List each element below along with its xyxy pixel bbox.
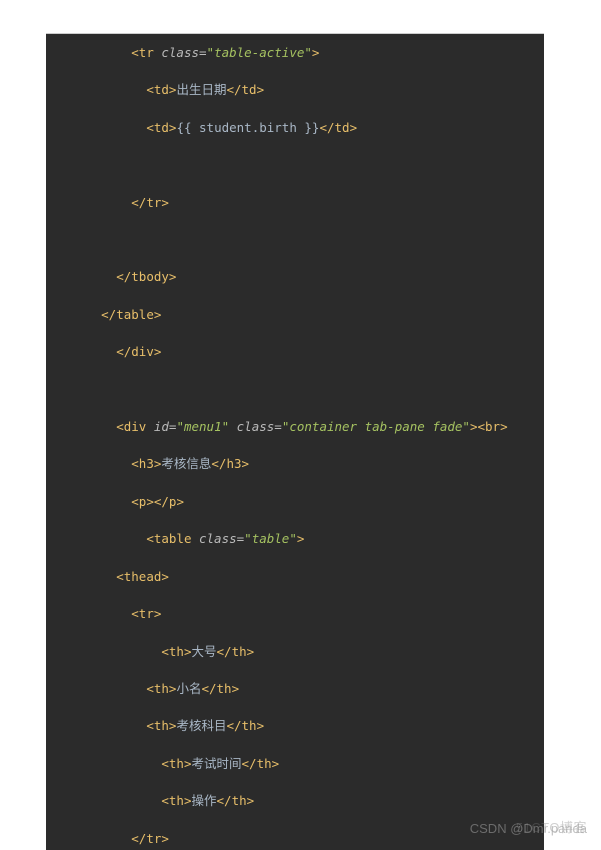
tag-thead: thead	[124, 569, 162, 584]
text-exam-info: 考核信息	[161, 456, 211, 471]
tag-close: >	[500, 419, 508, 434]
tag-table: table	[154, 531, 192, 546]
tag-close: >	[232, 681, 240, 696]
tag-open: <	[161, 644, 169, 659]
tag-td: td	[154, 82, 169, 97]
tag-open: </	[154, 494, 169, 509]
tag-th: th	[154, 681, 169, 696]
tag-close: >	[161, 569, 169, 584]
tag-th: th	[242, 718, 257, 733]
attr-class: class=	[191, 531, 244, 546]
tag-close: >	[272, 756, 280, 771]
text-student-birth: {{ student.birth }}	[176, 120, 319, 135]
text-th-4: 考试时间	[191, 756, 241, 771]
tag-th: th	[154, 718, 169, 733]
tag-close: >	[146, 494, 154, 509]
tag-open: <	[131, 494, 139, 509]
tag-tr: tr	[146, 831, 161, 846]
tag-open: </	[101, 307, 116, 322]
attr-val-table-active: "table-active"	[207, 45, 312, 60]
tag-th: th	[169, 793, 184, 808]
tag-open: <	[146, 82, 154, 97]
tag-close: >	[154, 606, 162, 621]
tag-th: th	[169, 756, 184, 771]
tag-tr: tr	[139, 45, 154, 60]
tag-close: >	[247, 793, 255, 808]
tag-th: th	[217, 681, 232, 696]
tag-open: <	[146, 718, 154, 733]
tag-open: </	[116, 344, 131, 359]
tag-open: </	[217, 644, 232, 659]
tag-open: </	[201, 681, 216, 696]
tag-open: </	[319, 120, 334, 135]
tag-br: br	[485, 419, 500, 434]
tag-open: </	[217, 793, 232, 808]
tag-tr: tr	[146, 195, 161, 210]
tag-open: <	[116, 419, 124, 434]
tag-close: >	[176, 494, 184, 509]
code-block: <tr class="table-active"> <td>出生日期</td> …	[46, 34, 544, 848]
attr-val-container: "container tab-pane fade"	[282, 419, 470, 434]
tag-open: <	[131, 456, 139, 471]
tag-open: </	[226, 718, 241, 733]
tag-open: </	[242, 756, 257, 771]
tag-h3: h3	[139, 456, 154, 471]
code-editor: <tr class="table-active"> <td>出生日期</td> …	[46, 0, 544, 850]
text-th-1: 大号	[191, 644, 216, 659]
tag-div: div	[124, 419, 147, 434]
tag-open: <	[131, 606, 139, 621]
tag-open: <	[146, 531, 154, 546]
tag-th: th	[232, 793, 247, 808]
tag-open: <	[146, 681, 154, 696]
tag-open: <	[146, 120, 154, 135]
text-th-5: 操作	[191, 793, 216, 808]
tag-close: >	[257, 718, 265, 733]
tag-close: >	[161, 831, 169, 846]
tag-close: >	[257, 82, 265, 97]
tag-th: th	[232, 644, 247, 659]
tag-close: >	[154, 307, 162, 322]
tag-open: <	[478, 419, 486, 434]
tag-close: >	[247, 644, 255, 659]
tag-tbody: tbody	[131, 269, 169, 284]
tag-close: >	[470, 419, 478, 434]
attr-val-menu1: "menu1"	[176, 419, 229, 434]
tag-table: table	[116, 307, 154, 322]
tag-open: </	[211, 456, 226, 471]
tag-open: </	[226, 82, 241, 97]
tag-td: td	[242, 82, 257, 97]
top-border-area	[46, 0, 544, 34]
tag-open: </	[131, 195, 146, 210]
attr-id: id=	[146, 419, 176, 434]
attr-class: class=	[229, 419, 282, 434]
tag-close: >	[350, 120, 358, 135]
tag-close: >	[312, 45, 320, 60]
tag-open: </	[116, 269, 131, 284]
attr-val-table: "table"	[244, 531, 297, 546]
tag-div: div	[131, 344, 154, 359]
tag-open: <	[131, 45, 139, 60]
tag-open: <	[116, 569, 124, 584]
tag-close: >	[297, 531, 305, 546]
tag-close: >	[242, 456, 250, 471]
text-th-2: 小名	[176, 681, 201, 696]
text-th-3: 考核科目	[176, 718, 226, 733]
tag-close: >	[154, 344, 162, 359]
tag-open: <	[161, 793, 169, 808]
tag-open: <	[161, 756, 169, 771]
watermark-csdn: CSDN @Dmr.panda	[470, 821, 587, 836]
attr-class: class=	[154, 45, 207, 60]
text-birth-label: 出生日期	[176, 82, 226, 97]
tag-tr: tr	[139, 606, 154, 621]
tag-h3: h3	[226, 456, 241, 471]
tag-open: </	[131, 831, 146, 846]
tag-th: th	[257, 756, 272, 771]
tag-th: th	[169, 644, 184, 659]
tag-close: >	[161, 195, 169, 210]
tag-td: td	[154, 120, 169, 135]
tag-close: >	[169, 269, 177, 284]
tag-td: td	[335, 120, 350, 135]
